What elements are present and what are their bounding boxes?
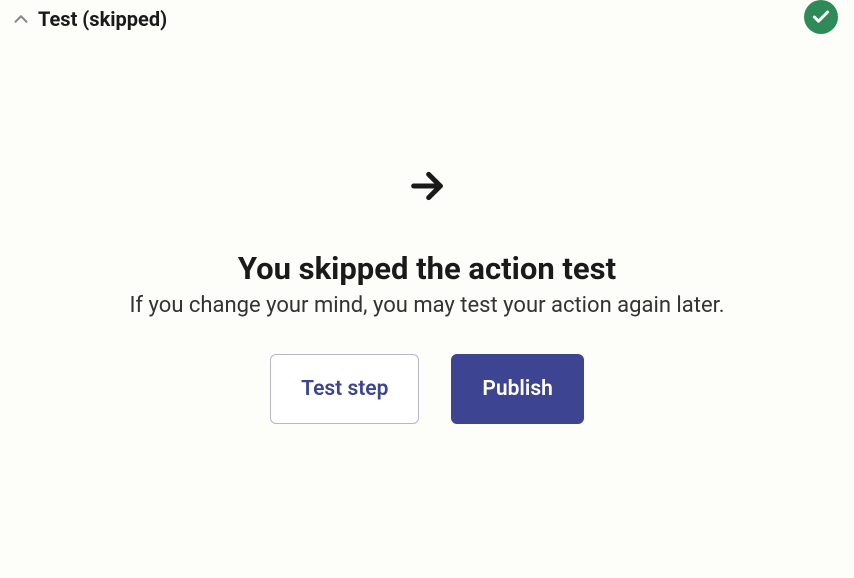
publish-button[interactable]: Publish	[451, 354, 583, 424]
arrow-right-icon	[407, 166, 447, 210]
message-subtitle: If you change your mind, you may test yo…	[129, 293, 724, 318]
header-left[interactable]: Test (skipped)	[10, 7, 167, 31]
panel-title: Test (skipped)	[38, 7, 167, 31]
panel-header: Test (skipped)	[0, 0, 854, 34]
main-content: You skipped the action test If you chang…	[0, 34, 854, 424]
button-row: Test step Publish	[270, 354, 584, 424]
chevron-up-icon	[10, 8, 32, 30]
test-step-button[interactable]: Test step	[270, 354, 419, 424]
message-title: You skipped the action test	[238, 250, 616, 287]
status-success-badge	[804, 0, 838, 34]
check-icon	[811, 7, 831, 27]
